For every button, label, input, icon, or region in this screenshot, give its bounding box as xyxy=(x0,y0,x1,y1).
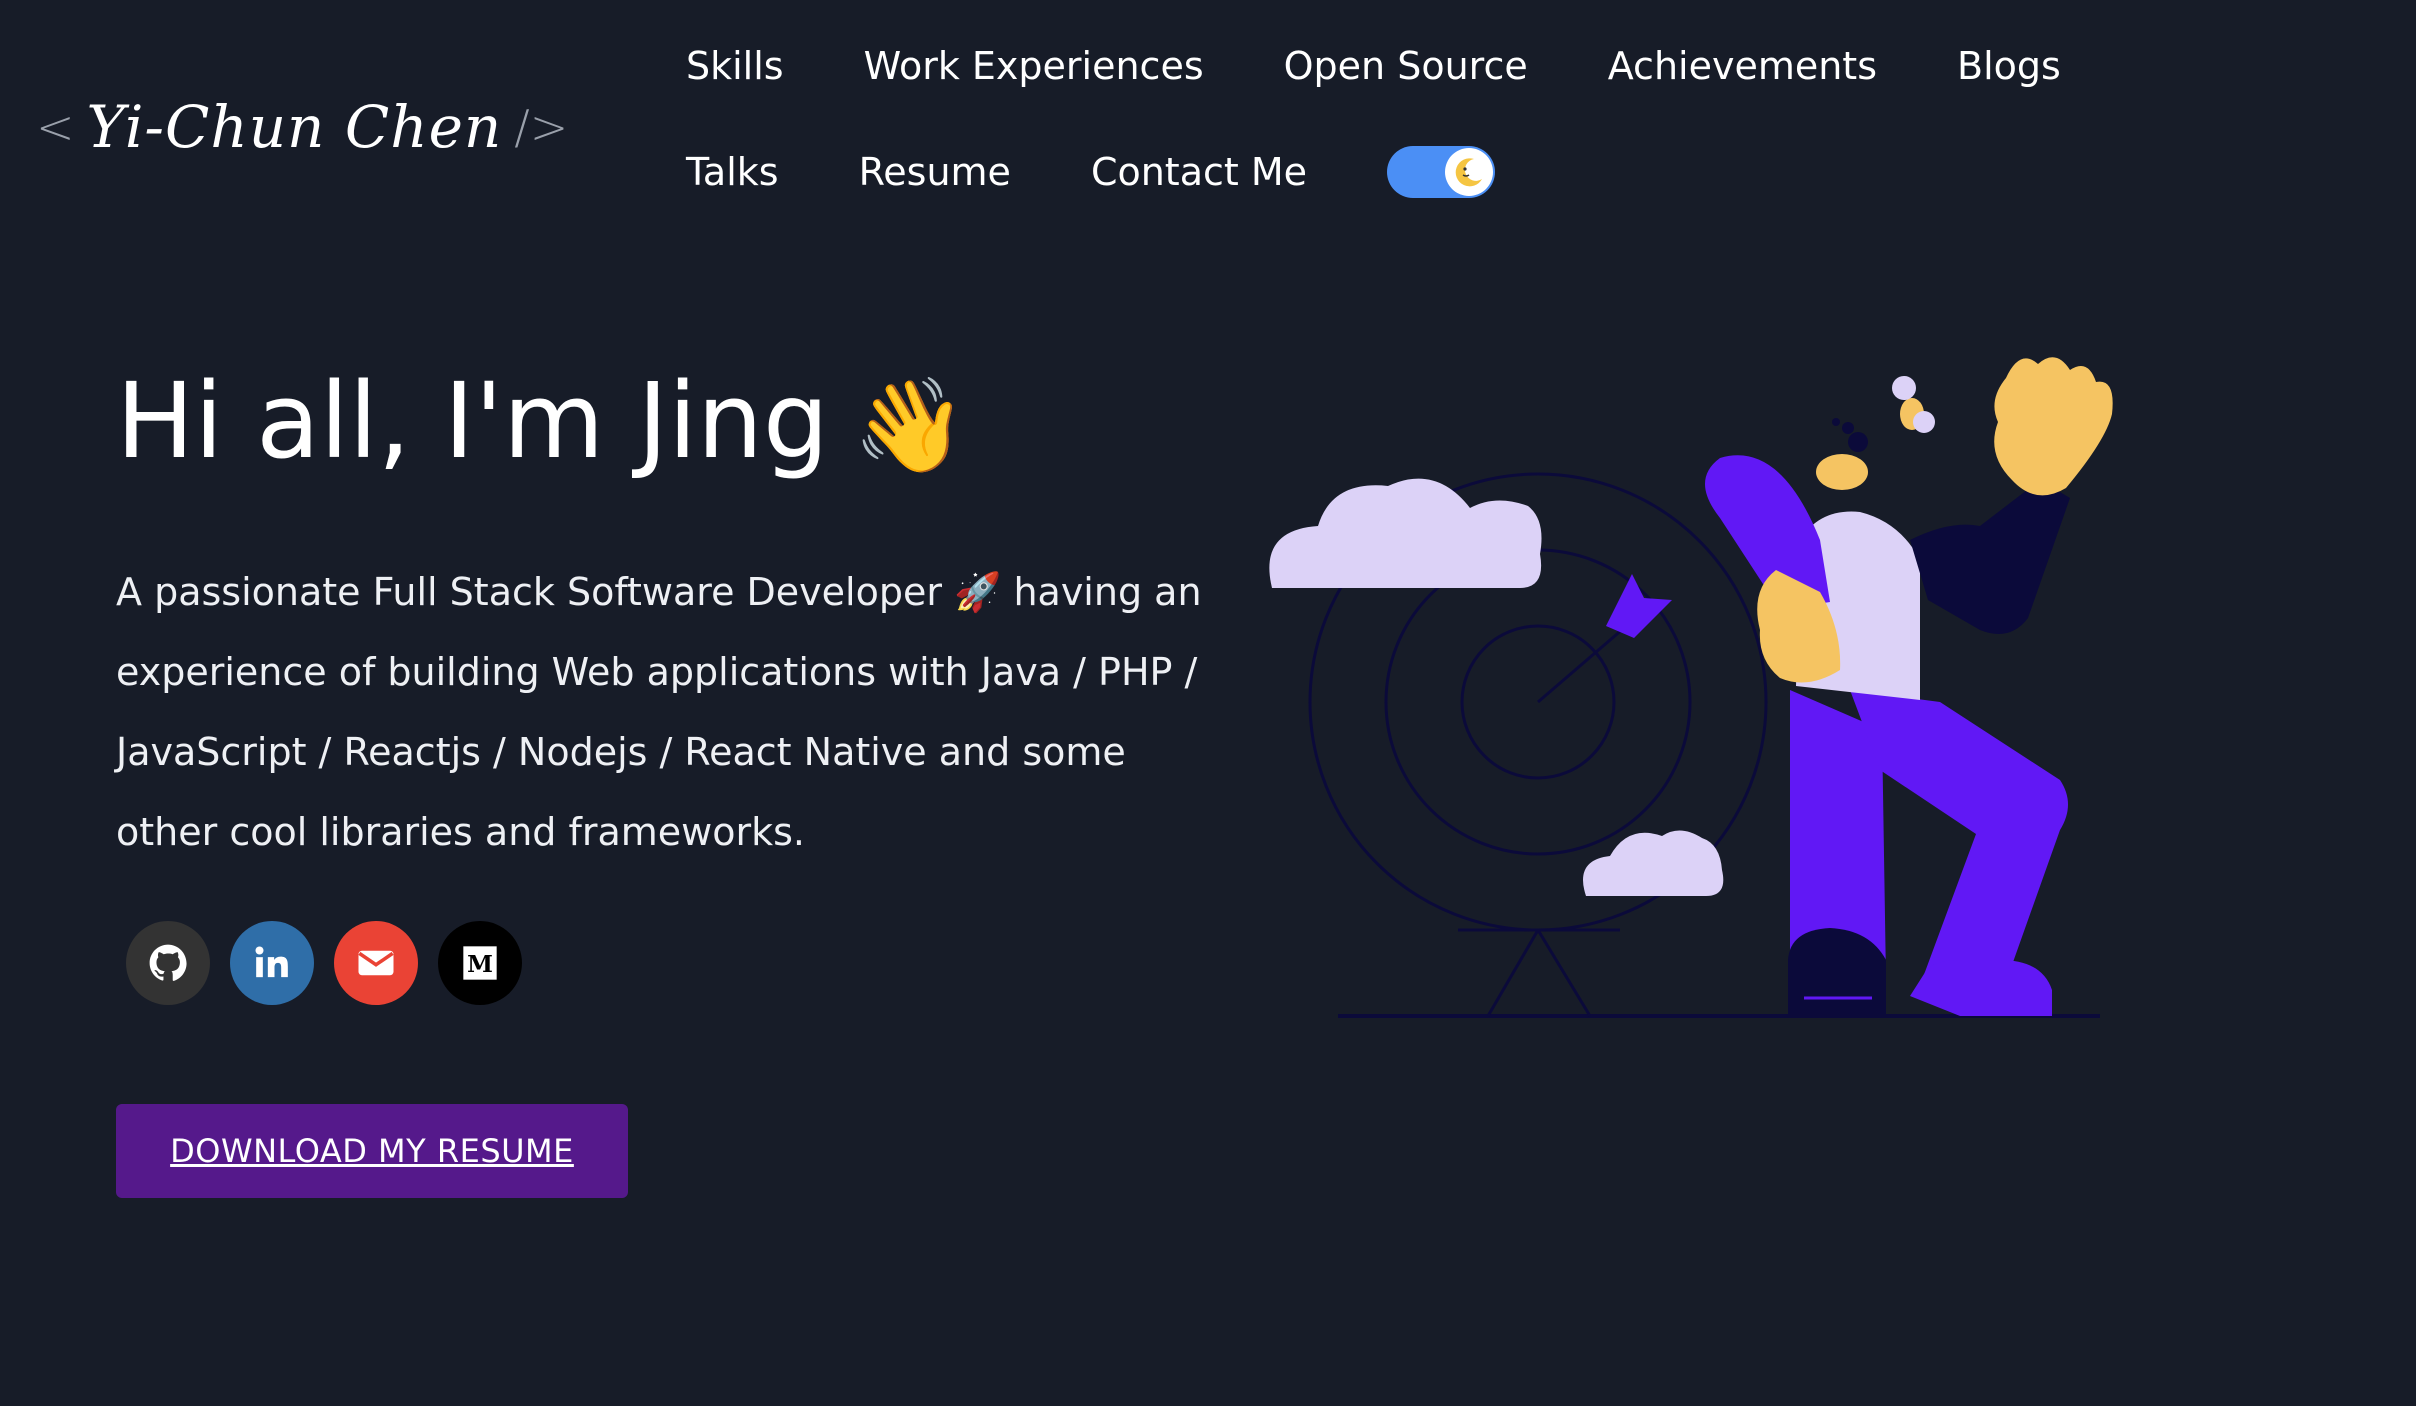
hero-title-text: Hi all, I'm Jing xyxy=(116,360,829,482)
nav-link-contact-me[interactable]: Contact Me xyxy=(1091,146,1307,198)
hero-title: Hi all, I'm Jing 👋 xyxy=(116,360,967,482)
main-nav: Skills Work Experiences Open Source Achi… xyxy=(686,40,2246,198)
linkedin-icon xyxy=(255,946,288,978)
cloud-large xyxy=(1269,478,1542,588)
linkedin-link[interactable] xyxy=(230,921,314,1005)
character-right-shoe xyxy=(1910,960,2052,1016)
waving-hand-icon: 👋 xyxy=(852,372,968,479)
github-icon xyxy=(149,944,187,981)
nav-link-achievements[interactable]: Achievements xyxy=(1608,40,1877,92)
logo-signature: Yi-Chun Chen xyxy=(86,93,503,161)
character-head xyxy=(1816,454,1868,490)
hero-subtitle: A passionate Full Stack Software Develop… xyxy=(116,570,1202,854)
logo-close-bracket: /> xyxy=(514,100,569,154)
nav-link-work-experiences[interactable]: Work Experiences xyxy=(864,40,1204,92)
gmail-icon xyxy=(358,950,394,976)
character-right-arm xyxy=(1910,480,2070,634)
site-logo[interactable]: < Yi-Chun Chen /> xyxy=(36,82,651,172)
nav-link-skills[interactable]: Skills xyxy=(686,40,784,92)
bee-wing-1 xyxy=(1892,376,1916,400)
target-stand-legs xyxy=(1486,929,1592,1017)
nav-link-blogs[interactable]: Blogs xyxy=(1957,40,2061,92)
bee-wing-2 xyxy=(1913,411,1935,433)
download-resume-button[interactable]: DOWNLOAD MY RESUME xyxy=(116,1104,628,1198)
gmail-link[interactable] xyxy=(334,921,418,1005)
theme-toggle[interactable] xyxy=(1387,146,1496,198)
medium-link[interactable]: M xyxy=(438,921,522,1005)
toggle-knob xyxy=(1445,148,1494,196)
moon-icon xyxy=(1455,158,1483,187)
nav-link-talks[interactable]: Talks xyxy=(686,146,779,198)
svg-text:M: M xyxy=(467,950,493,978)
dart-fletching xyxy=(1606,574,1672,638)
character-right-hand xyxy=(1994,357,2113,496)
logo-open-bracket: < xyxy=(36,100,75,154)
hero-illustration xyxy=(1269,357,2113,1018)
nav-link-open-source[interactable]: Open Source xyxy=(1284,40,1528,92)
medium-icon: M xyxy=(463,946,497,980)
nav-link-resume[interactable]: Resume xyxy=(859,146,1011,198)
social-links: M xyxy=(126,921,522,1005)
github-link[interactable] xyxy=(126,921,210,1005)
